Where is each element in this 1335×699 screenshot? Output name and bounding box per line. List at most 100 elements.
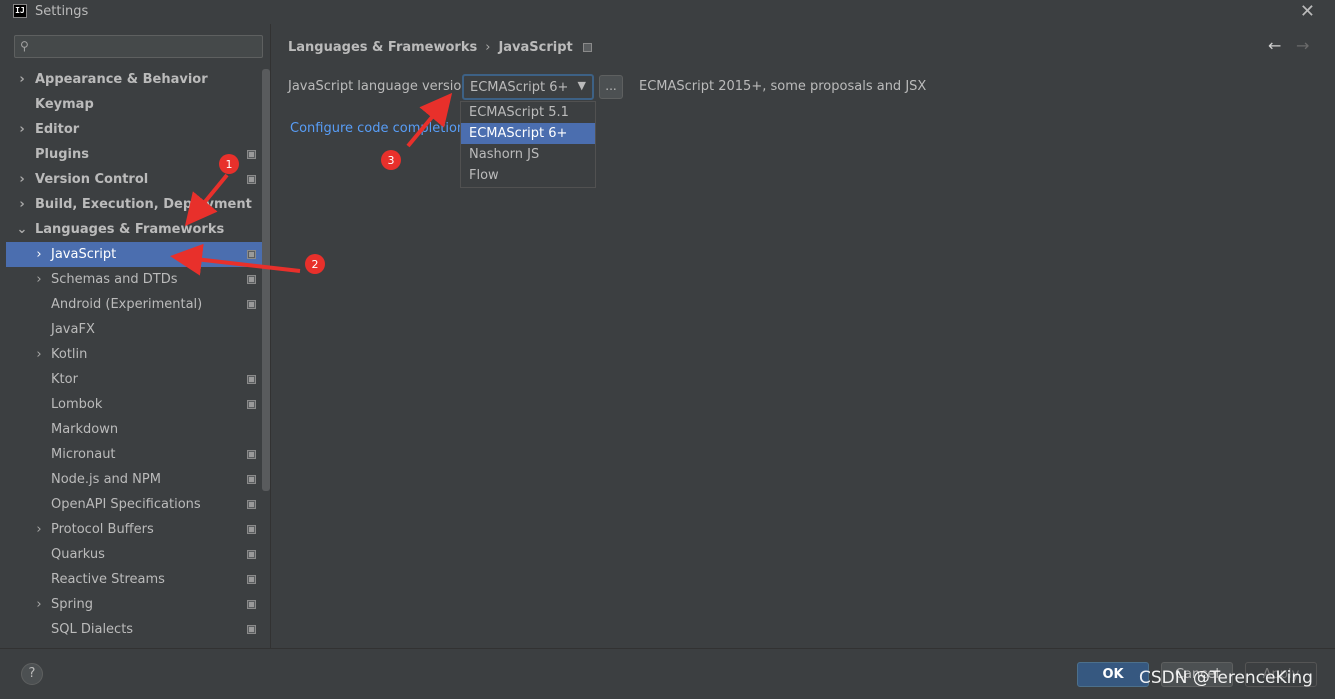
sidebar-item-sql-dialects[interactable]: SQL Dialects (6, 617, 262, 642)
chevron-down-icon[interactable]: ⌄ (16, 217, 28, 242)
language-version-select[interactable]: ECMAScript 6+ ▼ (462, 74, 594, 100)
sidebar-item-quarkus[interactable]: Quarkus (6, 542, 262, 567)
sidebar-item-label: Android (Experimental) (51, 297, 203, 312)
dialog-footer: ? OK Cancel Apply (0, 648, 1335, 699)
breadcrumb: Languages & Frameworks › JavaScript (288, 40, 592, 55)
chevron-right-icon[interactable]: › (33, 592, 45, 617)
sidebar-item-label: Keymap (35, 97, 94, 112)
close-icon[interactable]: ✕ (1300, 1, 1315, 22)
project-level-icon (582, 43, 592, 52)
breadcrumb-separator-icon: › (485, 40, 491, 55)
sidebar-item-label: JavaScript (51, 247, 117, 262)
sidebar-item-ktor[interactable]: Ktor (6, 367, 262, 392)
language-version-value: ECMAScript 6+ (470, 80, 569, 95)
sidebar-item-android[interactable]: Android (Experimental) (6, 292, 262, 317)
sidebar-item-keymap[interactable]: Keymap (6, 92, 262, 117)
sidebar-item-kotlin[interactable]: › Kotlin (6, 342, 262, 367)
language-version-description: ECMAScript 2015+, some proposals and JSX (639, 79, 927, 94)
sidebar-item-label: OpenAPI Specifications (51, 497, 201, 512)
chevron-right-icon[interactable]: › (16, 167, 28, 192)
sidebar-item-plugins[interactable]: Plugins (6, 142, 262, 167)
sidebar-item-version-control[interactable]: › Version Control (6, 167, 262, 192)
project-level-icon (247, 475, 256, 484)
language-version-label: JavaScript language version (288, 79, 470, 94)
sidebar-item-languages-frameworks[interactable]: ⌄ Languages & Frameworks (6, 217, 262, 242)
option-ecmascript-5-1[interactable]: ECMAScript 5.1 (461, 102, 595, 123)
language-version-options-button[interactable]: ... (599, 75, 623, 99)
project-level-icon (247, 450, 256, 459)
sidebar-item-protocol-buffers[interactable]: › Protocol Buffers (6, 517, 262, 542)
sidebar-item-editor[interactable]: › Editor (6, 117, 262, 142)
sidebar-item-label: SQL Dialects (51, 622, 134, 637)
option-ecmascript-6[interactable]: ECMAScript 6+ (461, 123, 595, 144)
settings-tree: › Appearance & Behavior Keymap › Editor … (6, 67, 262, 642)
breadcrumb-parent[interactable]: Languages & Frameworks (288, 40, 477, 55)
project-level-icon (247, 550, 256, 559)
project-level-icon (247, 575, 256, 584)
language-version-dropdown: ECMAScript 5.1 ECMAScript 6+ Nashorn JS … (460, 101, 596, 188)
option-flow[interactable]: Flow (461, 165, 595, 186)
window-title: Settings (35, 4, 89, 19)
search-icon: ⚲ (20, 39, 29, 53)
settings-sidebar: ⚲ › Appearance & Behavior Keymap › Edito… (0, 24, 271, 648)
project-level-icon (247, 150, 256, 159)
sidebar-item-label: Quarkus (51, 547, 105, 562)
sidebar-item-label: Lombok (51, 397, 103, 412)
project-level-icon (247, 400, 256, 409)
sidebar-item-label: Version Control (35, 172, 149, 187)
title-bar: IJ Settings ✕ (0, 0, 1335, 24)
sidebar-item-build-execution-deployment[interactable]: › Build, Execution, Deployment (6, 192, 262, 217)
search-input[interactable] (37, 37, 257, 56)
sidebar-item-openapi[interactable]: OpenAPI Specifications (6, 492, 262, 517)
sidebar-item-markdown[interactable]: Markdown (6, 417, 262, 442)
sidebar-item-label: Languages & Frameworks (35, 222, 225, 237)
sidebar-item-nodejs-npm[interactable]: Node.js and NPM (6, 467, 262, 492)
chevron-right-icon[interactable]: › (33, 242, 45, 267)
sidebar-item-javascript[interactable]: › JavaScript (6, 242, 262, 267)
forward-arrow-icon: → (1296, 36, 1310, 55)
sidebar-item-label: Micronaut (51, 447, 116, 462)
project-level-icon (247, 375, 256, 384)
sidebar-item-spring[interactable]: › Spring (6, 592, 262, 617)
project-level-icon (247, 600, 256, 609)
chevron-right-icon[interactable]: › (33, 517, 45, 542)
intellij-logo-icon: IJ (13, 4, 27, 18)
help-button[interactable]: ? (21, 663, 43, 685)
project-level-icon (247, 175, 256, 184)
sidebar-item-label: Spring (51, 597, 93, 612)
sidebar-item-label: Markdown (51, 422, 119, 437)
project-level-icon (247, 525, 256, 534)
option-nashorn-js[interactable]: Nashorn JS (461, 144, 595, 165)
breadcrumb-current: JavaScript (498, 40, 573, 55)
sidebar-item-label: Protocol Buffers (51, 522, 154, 537)
sidebar-item-label: Reactive Streams (51, 572, 165, 587)
chevron-right-icon[interactable]: › (16, 67, 28, 92)
configure-code-completion-link[interactable]: Configure code completion s (290, 121, 476, 136)
sidebar-item-schemas-dtds[interactable]: › Schemas and DTDs (6, 267, 262, 292)
back-arrow-icon[interactable]: ← (1268, 36, 1281, 55)
chevron-right-icon[interactable]: › (33, 267, 45, 292)
dropdown-arrow-icon: ▼ (577, 79, 586, 92)
sidebar-item-appearance-behavior[interactable]: › Appearance & Behavior (6, 67, 262, 92)
chevron-right-icon[interactable]: › (33, 342, 45, 367)
project-level-icon (247, 300, 256, 309)
sidebar-item-javafx[interactable]: JavaFX (6, 317, 262, 342)
sidebar-item-label: Node.js and NPM (51, 472, 161, 487)
sidebar-item-reactive-streams[interactable]: Reactive Streams (6, 567, 262, 592)
sidebar-item-label: Plugins (35, 147, 89, 162)
project-level-icon (247, 500, 256, 509)
sidebar-item-label: Build, Execution, Deployment (35, 197, 252, 212)
sidebar-item-label: JavaFX (51, 322, 95, 337)
project-level-icon (247, 250, 256, 259)
csdn-watermark: CSDN @TerenceKing (1139, 668, 1313, 688)
project-level-icon (247, 625, 256, 634)
settings-search[interactable]: ⚲ (14, 35, 263, 58)
sidebar-item-micronaut[interactable]: Micronaut (6, 442, 262, 467)
project-level-icon (247, 275, 256, 284)
chevron-right-icon[interactable]: › (16, 192, 28, 217)
chevron-right-icon[interactable]: › (16, 117, 28, 142)
sidebar-item-lombok[interactable]: Lombok (6, 392, 262, 417)
sidebar-scrollbar[interactable] (262, 69, 270, 491)
sidebar-item-label: Schemas and DTDs (51, 272, 178, 287)
settings-content: Languages & Frameworks › JavaScript ← → Ja… (272, 24, 1335, 648)
